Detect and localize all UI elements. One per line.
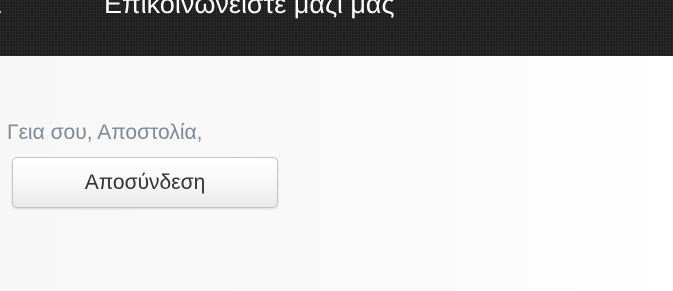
page: a Επικοινωνείστε μαζί μας Γεια σου, Αποσ… — [0, 0, 673, 291]
nav-item-contact-us[interactable]: Επικοινωνείστε μαζί μας — [104, 0, 395, 22]
top-navigation-bar: a Επικοινωνείστε μαζί μας — [0, 0, 673, 56]
nav-item-partial[interactable]: a — [0, 0, 1, 22]
user-greeting: Γεια σου, Αποστολία, — [7, 121, 203, 144]
logout-button[interactable]: Αποσύνδεση — [12, 157, 278, 208]
